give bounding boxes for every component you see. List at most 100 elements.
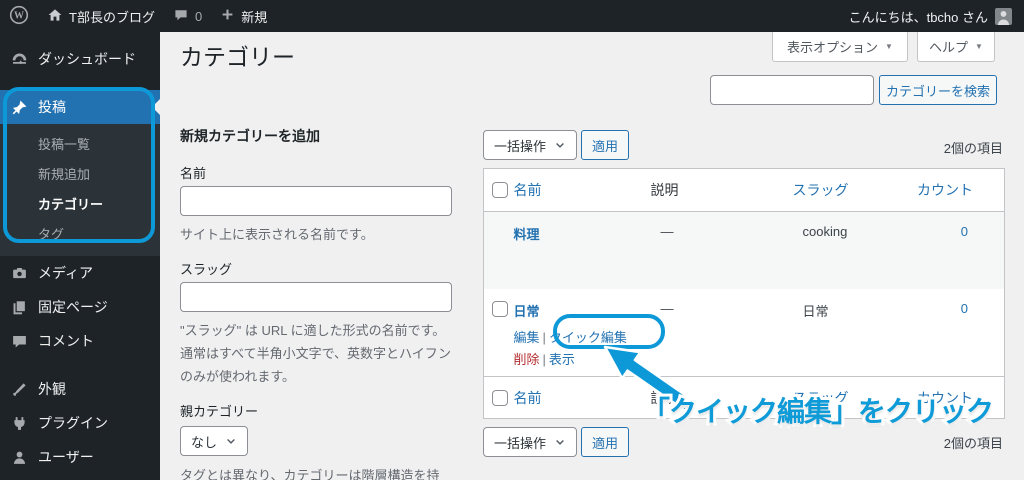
select-all-checkbox[interactable] (492, 389, 508, 406)
help-button[interactable]: ヘルプ ▼ (917, 32, 995, 62)
category-name-link[interactable]: 日常 (514, 304, 540, 319)
submenu-item-categories[interactable]: カテゴリー (0, 190, 160, 220)
sidebar-item-tools-partial[interactable] (0, 474, 160, 480)
plus-icon (220, 7, 235, 25)
view-link[interactable]: 表示 (549, 352, 575, 367)
bulk-action-select[interactable]: 一括操作 (483, 427, 578, 457)
name-description: サイト上に表示される名前です。 (180, 227, 374, 242)
search-input[interactable] (710, 75, 874, 105)
column-header-name[interactable]: 名前 (513, 168, 651, 212)
category-count-link[interactable]: 0 (961, 301, 968, 316)
categories-table: 名前 説明 スラッグ カウント 料理 — cooking 0 日常 編集 | ク… (483, 168, 1005, 419)
sidebar-item-appearance[interactable]: 外観 (0, 372, 160, 406)
screen-options-button[interactable]: 表示オプション ▼ (772, 32, 908, 62)
category-name-link[interactable]: 料理 (514, 227, 540, 242)
sidebar-item-comments[interactable]: コメント (0, 324, 160, 358)
add-category-form: 新規カテゴリーを追加 名前 サイト上に表示される名前です。 スラッグ "スラッグ… (180, 126, 452, 480)
plugin-icon (9, 413, 29, 433)
bulk-action-value: 一括操作 (494, 138, 547, 154)
pages-icon (9, 297, 29, 317)
submenu-item-add-new[interactable]: 新規追加 (0, 160, 160, 190)
apply-button[interactable]: 適用 (581, 130, 629, 160)
select-all-checkbox[interactable] (492, 182, 508, 198)
category-count-link[interactable]: 0 (961, 224, 968, 239)
sidebar-item-label: プラグイン (38, 415, 108, 431)
search-categories-button[interactable]: カテゴリーを検索 (879, 75, 997, 105)
dashboard-icon (9, 49, 29, 69)
category-slug: cooking (802, 224, 848, 239)
wp-logo-menu[interactable]: W (0, 0, 38, 32)
paintbrush-icon (9, 379, 29, 399)
comment-bubble-icon (173, 7, 189, 26)
avatar (995, 7, 1012, 25)
parent-category-select[interactable]: なし (180, 426, 249, 456)
column-footer-slug[interactable]: スラッグ (792, 376, 909, 419)
item-count: 2個の項目 (943, 436, 1003, 451)
column-header-slug[interactable]: スラッグ (792, 168, 909, 212)
category-description: — (660, 300, 674, 316)
apply-button[interactable]: 適用 (581, 427, 629, 457)
bulk-action-select[interactable]: 一括操作 (483, 130, 578, 160)
chevron-down-icon (227, 439, 235, 444)
sidebar-item-plugins[interactable]: プラグイン (0, 406, 160, 440)
home-icon (47, 7, 63, 26)
sidebar-item-users[interactable]: ユーザー (0, 440, 160, 474)
bulk-action-value: 一括操作 (494, 435, 547, 451)
wordpress-logo-icon: W (9, 5, 29, 28)
slug-description: "スラッグ" は URL に適した形式の名前です。通常はすべて半角小文字で、英数… (180, 323, 452, 384)
edit-link[interactable]: 編集 (514, 330, 540, 345)
sidebar-item-posts[interactable]: 投稿 (0, 90, 160, 124)
category-description: — (660, 224, 674, 239)
greeting-label: こんにちは、tbcho さん (848, 9, 988, 25)
sidebar-item-media[interactable]: メディア (0, 256, 160, 290)
submenu-item-all-posts[interactable]: 投稿一覧 (0, 130, 160, 160)
form-heading: 新規カテゴリーを追加 (180, 128, 320, 144)
column-header-count[interactable]: カウント (908, 168, 1005, 212)
column-footer-description: 説明 (650, 376, 793, 419)
comment-count: 0 (194, 8, 203, 24)
separator: | (542, 351, 546, 367)
parent-category-value: なし (191, 434, 218, 450)
category-slug: 日常 (802, 303, 829, 319)
sidebar-item-pages[interactable]: 固定ページ (0, 290, 160, 324)
sidebar-item-label: メディア (38, 265, 94, 281)
item-count: 2個の項目 (943, 141, 1003, 156)
my-account-menu[interactable]: こんにちは、tbcho さん (849, 7, 1024, 26)
menu-separator (0, 358, 160, 372)
page-title: カテゴリー (180, 44, 295, 70)
quick-edit-link[interactable]: クイック編集 (549, 330, 627, 345)
sidebar-item-label: 外観 (38, 381, 66, 397)
site-name-label: T部長のブログ (69, 9, 155, 25)
categories-list: 一括操作 適用 2個の項目 名前 説明 スラッグ カウント 料理 — cooki… (483, 130, 1005, 457)
category-slug-input[interactable] (180, 282, 452, 312)
comments-menu[interactable]: 0 (164, 0, 211, 32)
bulk-actions-bottom: 一括操作 適用 2個の項目 (483, 427, 1004, 457)
help-label: ヘルプ (929, 40, 969, 55)
camera-icon (9, 263, 29, 283)
site-name-menu[interactable]: T部長のブログ (38, 0, 164, 32)
admin-sidebar: ダッシュボード 投稿 投稿一覧 新規追加 カテゴリー タグ メディア 固定ページ (0, 32, 160, 480)
row-checkbox[interactable] (492, 300, 508, 317)
name-label: 名前 (180, 166, 207, 181)
category-name-input[interactable] (180, 186, 452, 216)
screen-options-label: 表示オプション (787, 40, 879, 55)
sidebar-item-label: 投稿 (38, 99, 66, 115)
sidebar-item-dashboard[interactable]: ダッシュボード (0, 42, 160, 76)
submenu-item-tags[interactable]: タグ (0, 220, 160, 250)
chevron-down-icon (556, 143, 564, 148)
main-content: 表示オプション ▼ ヘルプ ▼ カテゴリー カテゴリーを検索 新規カテゴリーを追… (160, 32, 1024, 480)
new-content-menu[interactable]: 新規 (211, 0, 276, 32)
column-footer-count[interactable]: カウント (908, 376, 1005, 419)
sidebar-item-label: 固定ページ (38, 299, 108, 315)
sidebar-item-label: ダッシュボード (38, 51, 136, 67)
table-row: 日常 編集 | クイック編集 削除 | 表示 — 日常 0 (484, 289, 1005, 377)
chevron-down-icon: ▼ (885, 42, 893, 51)
comment-icon (9, 331, 29, 351)
column-footer-name[interactable]: 名前 (513, 376, 651, 419)
bulk-actions-top: 一括操作 適用 2個の項目 (483, 130, 1004, 160)
pushpin-icon (9, 97, 29, 117)
slug-label: スラッグ (180, 262, 233, 277)
chevron-down-icon (556, 440, 564, 445)
parent-description: タグとは異なり、カテゴリーは階層構造を持つことができます。たとえば、ジャズという… (180, 468, 440, 480)
delete-link[interactable]: 削除 (514, 352, 540, 367)
